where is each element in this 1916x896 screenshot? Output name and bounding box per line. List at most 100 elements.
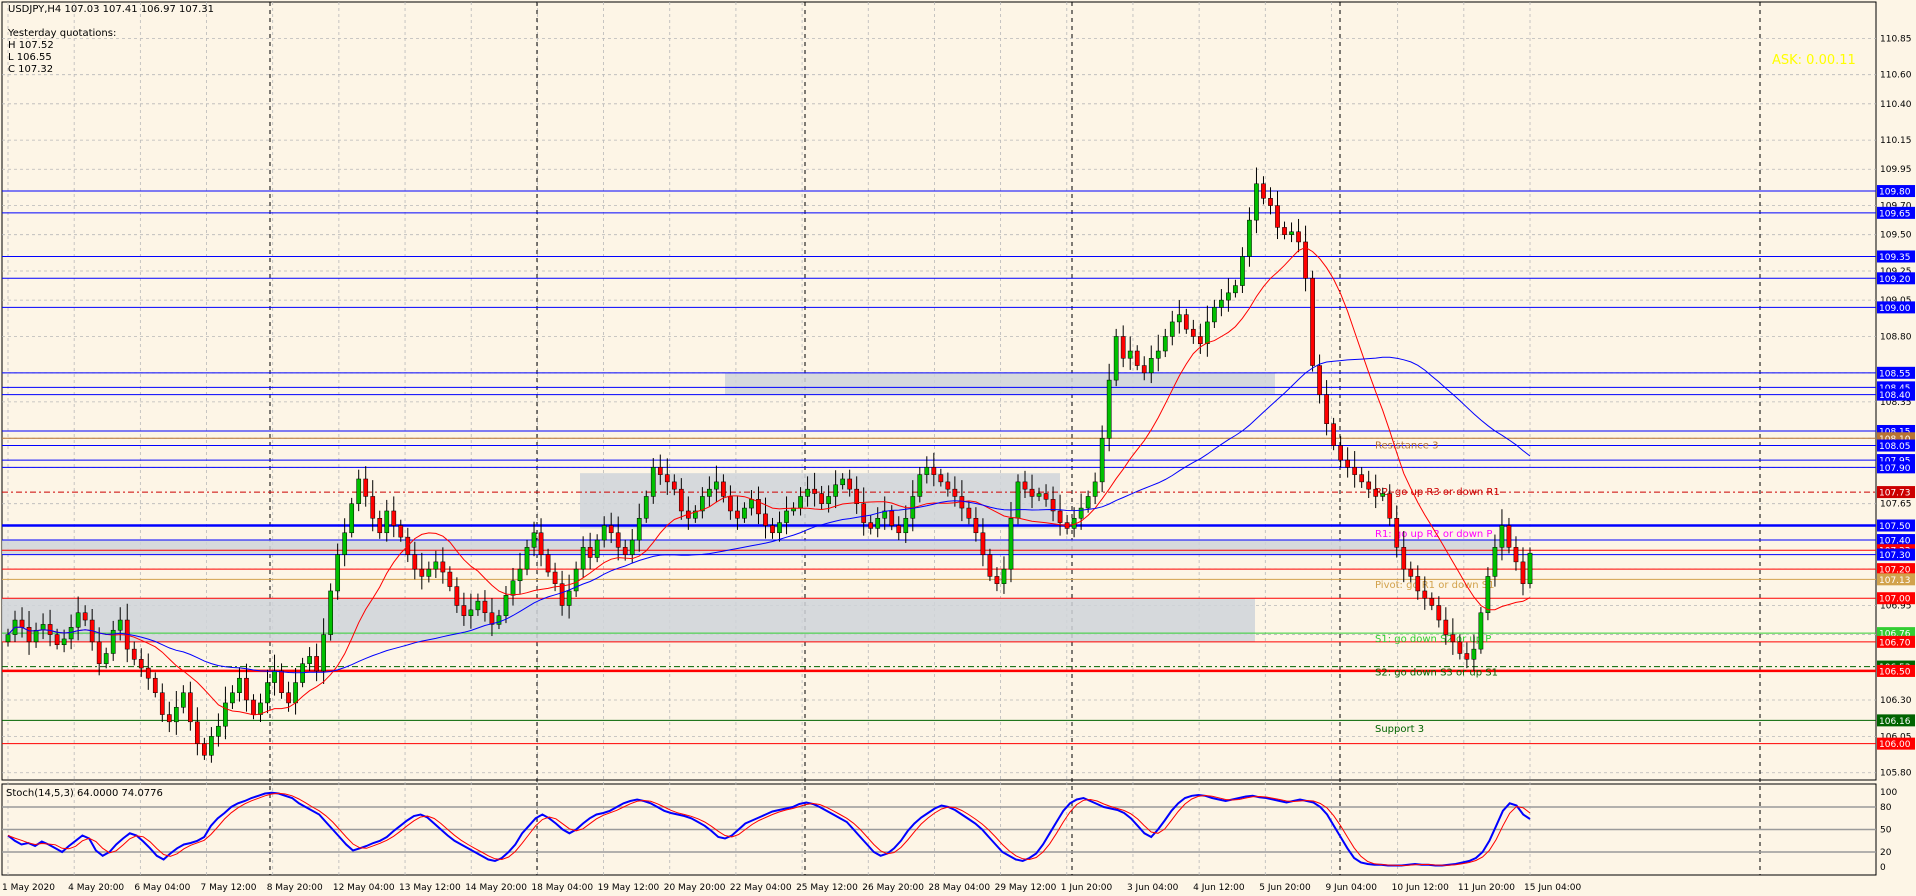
candle-body (735, 510, 740, 519)
candle-body (33, 629, 39, 643)
candle-body (1141, 365, 1147, 374)
candle-body (370, 496, 376, 519)
candle-body (1148, 358, 1154, 374)
x-tick-label: 4 May 20:00 (68, 883, 124, 893)
candle-body (510, 580, 516, 596)
level-price-label: 107.50 (1879, 522, 1911, 532)
y-tick-label: 108.80 (1880, 332, 1912, 342)
level-annotation: S2: go down S3 or up S1 (1375, 667, 1498, 678)
candle-body (61, 638, 67, 646)
level-price-label: 109.65 (1879, 209, 1911, 219)
ask-label: ASK: 0.00.11 (1772, 53, 1856, 68)
candle-body (166, 714, 172, 723)
candle-body (777, 522, 782, 534)
candle-body (861, 503, 867, 523)
candle-body (1134, 350, 1140, 366)
candle-body (559, 583, 565, 606)
y-tick-label: 110.15 (1880, 136, 1912, 146)
candle-body (1197, 336, 1203, 344)
x-tick-label: 14 May 20:00 (465, 883, 527, 893)
candle-body (1085, 496, 1091, 509)
candle-body (1366, 481, 1372, 490)
level-price-label: 108.55 (1879, 369, 1911, 379)
x-tick-label: 26 May 20:00 (862, 883, 924, 893)
price-zone (2, 598, 1255, 642)
candle-body (763, 513, 768, 526)
candle-body (615, 532, 621, 548)
candle-body (889, 510, 895, 526)
candle-body (363, 478, 369, 497)
level-price-label: 106.00 (1879, 740, 1911, 750)
candle-body (237, 677, 242, 693)
candle-body (896, 525, 902, 534)
candle-body (258, 702, 263, 715)
x-tick-label: 10 Jun 12:00 (1392, 883, 1449, 893)
candle-body (1008, 517, 1014, 570)
candle-body (496, 615, 502, 625)
candle-body (454, 586, 460, 606)
candle-body (1338, 445, 1343, 461)
candle-body (209, 736, 214, 756)
candle-body (1001, 568, 1007, 584)
candle-body (903, 517, 909, 534)
candle-body (1296, 231, 1301, 243)
candle-body (356, 478, 362, 504)
candle-body (566, 590, 572, 606)
candle-body (854, 488, 860, 504)
candle-body (1443, 619, 1449, 635)
candle-body (1422, 590, 1428, 599)
candle-body (1155, 350, 1161, 359)
candle-body (1499, 525, 1505, 548)
candle-body (643, 496, 649, 519)
candle-body (1212, 307, 1217, 323)
price-zone (2, 540, 1510, 555)
candle-body (1106, 379, 1112, 439)
candle-body (230, 692, 235, 704)
candle-body (671, 481, 677, 490)
candle-body (1015, 481, 1021, 519)
candle-body (131, 648, 137, 660)
candle-body (608, 525, 614, 534)
level-annotation: Support 3 (1375, 724, 1424, 735)
candle-body (96, 641, 102, 664)
stoch-tick-label: 0 (1880, 863, 1886, 873)
candle-body (784, 510, 789, 523)
candle-body (433, 561, 439, 570)
candle-body (54, 634, 60, 646)
candle-body (1436, 605, 1442, 621)
candle-body (629, 539, 635, 555)
level-price-label: 108.05 (1879, 442, 1911, 452)
candle-body (461, 605, 467, 616)
candle-body (1036, 493, 1042, 497)
candle-body (482, 600, 488, 614)
candle-body (798, 496, 803, 509)
candle-body (980, 532, 986, 555)
candle-body (223, 702, 228, 727)
y-tick-label: 105.80 (1880, 769, 1912, 779)
candle-body (650, 467, 656, 497)
candle-body (1492, 547, 1498, 577)
candle-body (1289, 231, 1294, 235)
candle-body (868, 522, 874, 529)
candle-body (1169, 321, 1175, 337)
candle-body (973, 517, 979, 534)
candle-body (377, 517, 383, 534)
candle-body (987, 554, 993, 577)
stoch-tick-label: 20 (1880, 848, 1892, 858)
candle-body (145, 667, 151, 679)
candle-body (180, 692, 186, 708)
candle-body (103, 653, 109, 664)
x-tick-label: 7 May 12:00 (201, 883, 257, 893)
price-chart[interactable]: 110.85110.60110.40110.15109.95109.70109.… (0, 0, 1916, 896)
candle-body (601, 525, 607, 541)
candle-body (1099, 438, 1105, 483)
candle-body (938, 474, 944, 483)
level-annotation: Resistance 3 (1375, 441, 1438, 452)
candle-body (728, 496, 733, 512)
candle-body (1373, 488, 1379, 497)
candle-body (1183, 314, 1189, 330)
candle-body (1113, 336, 1119, 381)
candle-body (391, 510, 397, 526)
candle-body (1352, 467, 1358, 475)
candle-body (272, 670, 277, 683)
